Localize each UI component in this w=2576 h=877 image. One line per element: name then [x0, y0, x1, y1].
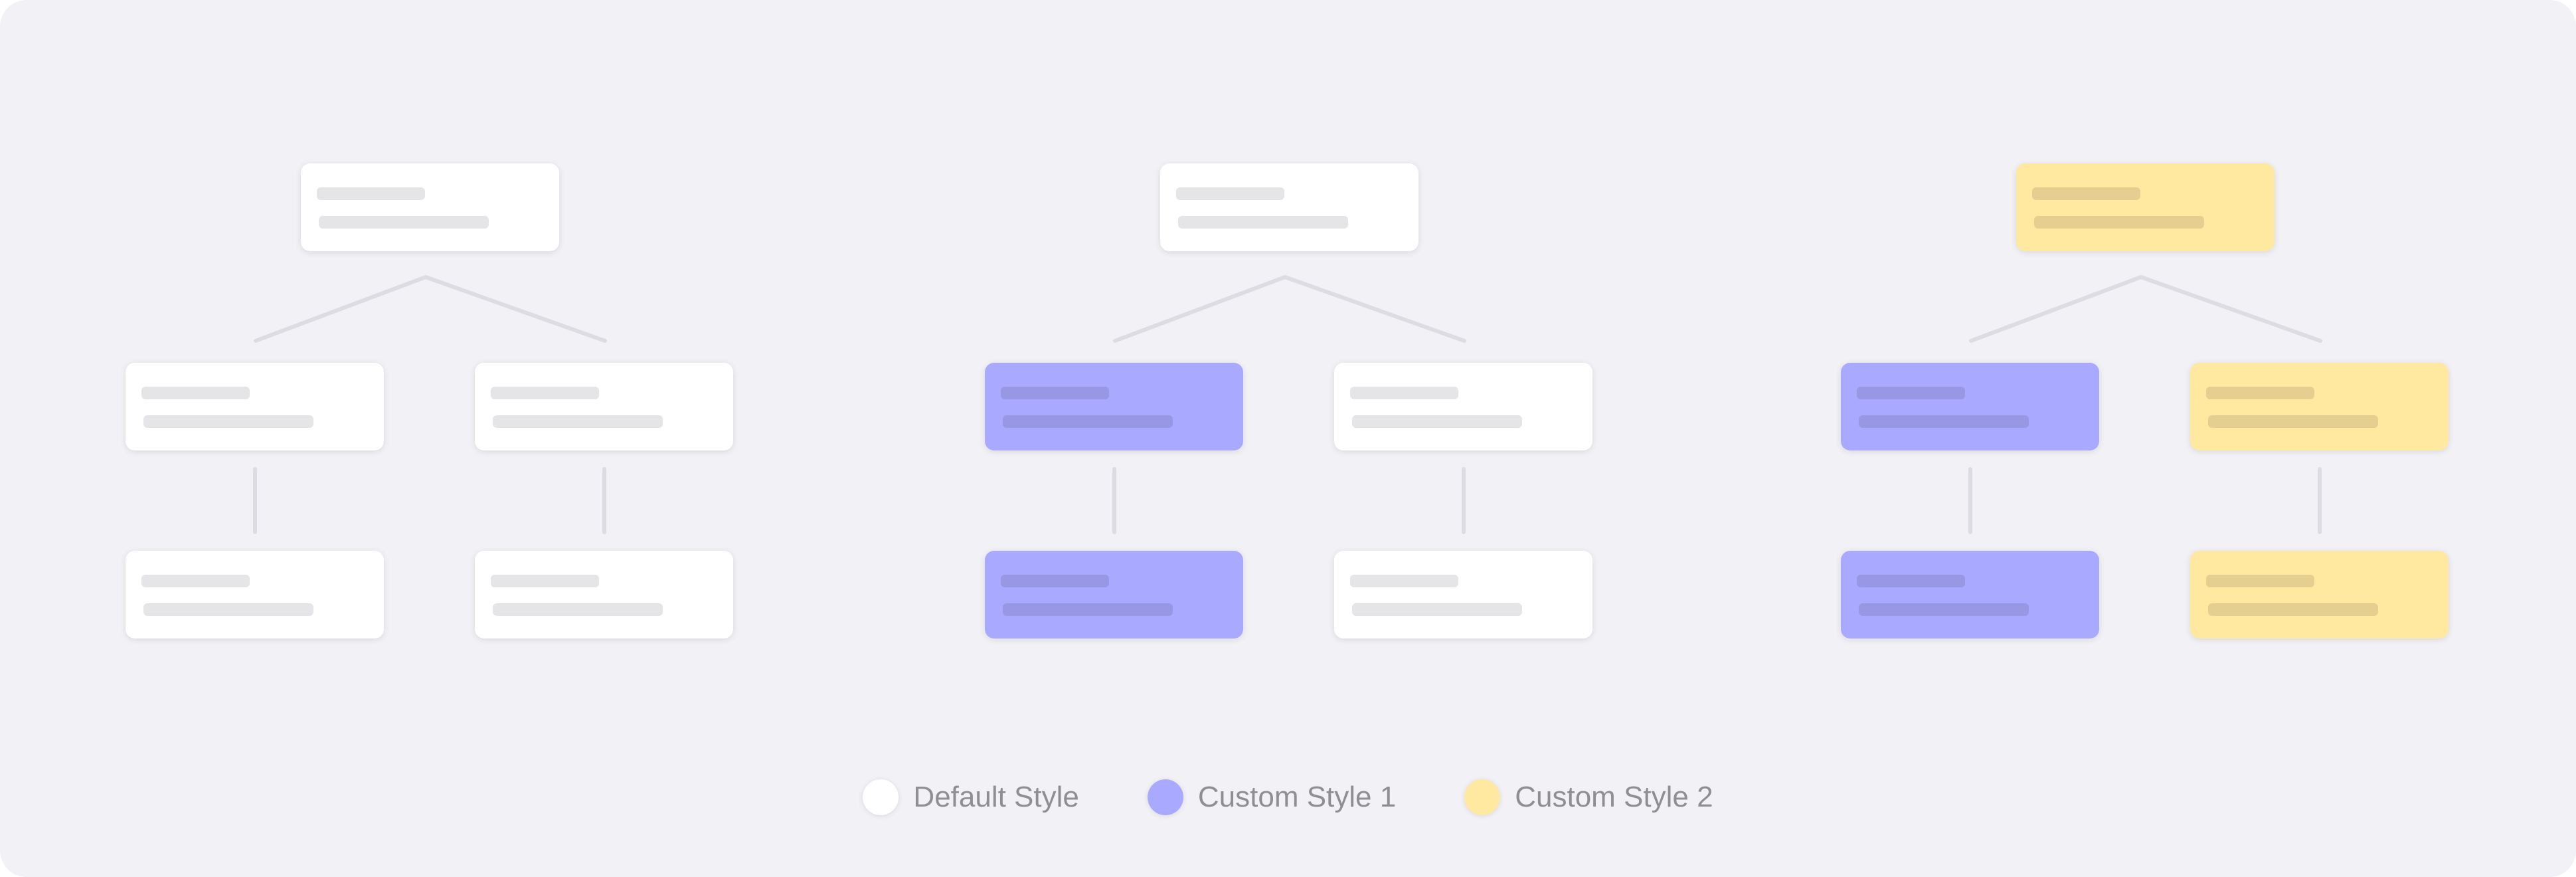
- legend-swatch-custom2: [1464, 779, 1501, 815]
- node-left-grandchild[interactable]: [1841, 551, 2099, 638]
- placeholder-text-bar: [1859, 415, 2029, 428]
- node-top[interactable]: [2016, 163, 2275, 251]
- legend-swatch-custom1: [1147, 779, 1183, 815]
- branch-connector: [1113, 274, 1466, 343]
- org-tree: [859, 0, 1723, 664]
- placeholder-text-bar: [1001, 387, 1109, 399]
- legend-item-custom1: Custom Style 1: [1147, 779, 1397, 815]
- legend-item-custom2: Custom Style 2: [1464, 779, 1713, 815]
- placeholder-text-bar: [2208, 603, 2378, 616]
- placeholder-text-bar: [141, 387, 250, 399]
- placeholder-text-bar: [143, 415, 313, 428]
- branch-connector: [254, 274, 607, 343]
- placeholder-text-bar: [2206, 575, 2314, 587]
- legend-swatch-default: [863, 779, 899, 815]
- placeholder-text-bar: [491, 387, 599, 399]
- branch-connector: [1969, 274, 2322, 343]
- legend-label: Custom Style 2: [1515, 781, 1713, 813]
- placeholder-text-bar: [2034, 216, 2204, 229]
- placeholder-text-bar: [493, 415, 663, 428]
- node-right-child[interactable]: [1334, 363, 1592, 450]
- placeholder-text-bar: [2206, 387, 2314, 399]
- placeholder-text-bar: [1859, 603, 2029, 616]
- legend-item-default: Default Style: [863, 779, 1079, 815]
- node-right-child[interactable]: [2190, 363, 2448, 450]
- placeholder-text-bar: [1176, 187, 1284, 200]
- placeholder-text-bar: [493, 603, 663, 616]
- diagram-canvas: Default Style Custom Style 1 Custom Styl…: [0, 0, 2576, 877]
- org-tree: [1715, 0, 2576, 664]
- placeholder-text-bar: [141, 575, 250, 587]
- node-right-grandchild[interactable]: [475, 551, 733, 638]
- node-right-grandchild[interactable]: [1334, 551, 1592, 638]
- placeholder-text-bar: [1003, 415, 1173, 428]
- legend: Default Style Custom Style 1 Custom Styl…: [0, 779, 2576, 815]
- placeholder-text-bar: [143, 603, 313, 616]
- placeholder-text-bar: [317, 187, 425, 200]
- node-right-grandchild[interactable]: [2190, 551, 2448, 638]
- org-tree: [0, 0, 863, 664]
- node-left-child[interactable]: [126, 363, 384, 450]
- node-top[interactable]: [301, 163, 559, 251]
- placeholder-text-bar: [1178, 216, 1348, 229]
- placeholder-text-bar: [1352, 603, 1522, 616]
- placeholder-text-bar: [1857, 387, 1965, 399]
- placeholder-text-bar: [319, 216, 489, 229]
- node-left-child[interactable]: [985, 363, 1243, 450]
- placeholder-text-bar: [1350, 575, 1458, 587]
- legend-label: Default Style: [913, 781, 1079, 813]
- node-left-grandchild[interactable]: [985, 551, 1243, 638]
- placeholder-text-bar: [1857, 575, 1965, 587]
- placeholder-text-bar: [2032, 187, 2140, 200]
- node-left-child[interactable]: [1841, 363, 2099, 450]
- node-left-grandchild[interactable]: [126, 551, 384, 638]
- placeholder-text-bar: [1003, 603, 1173, 616]
- placeholder-text-bar: [491, 575, 599, 587]
- node-right-child[interactable]: [475, 363, 733, 450]
- placeholder-text-bar: [2208, 415, 2378, 428]
- placeholder-text-bar: [1001, 575, 1109, 587]
- placeholder-text-bar: [1352, 415, 1522, 428]
- legend-label: Custom Style 1: [1197, 781, 1397, 813]
- placeholder-text-bar: [1350, 387, 1458, 399]
- node-top[interactable]: [1160, 163, 1418, 251]
